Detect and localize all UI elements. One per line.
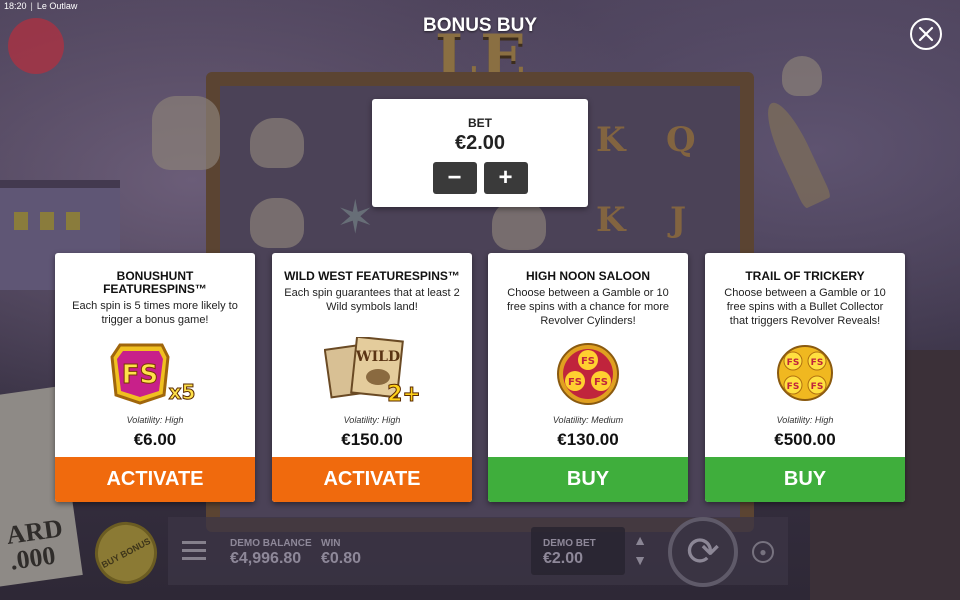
reel-symbol-k: K [596,200,626,240]
fs-badge-graphic: FS x5 [110,343,196,405]
card-volatility: Volatility: High [343,415,401,425]
bull-skull-decoration [782,56,822,96]
fs-text: FS [568,377,582,388]
win-label: WIN [321,538,341,549]
card-price: €6.00 [133,430,177,449]
close-button[interactable] [910,18,942,50]
demo-balance-label: DEMO BALANCE [230,538,312,549]
bonus-card-bonushunt: BONUSHUNT FEATURESPINS™ Each spin is 5 t… [55,253,255,502]
card-price: €150.00 [341,430,403,449]
buy-button[interactable]: BUY [488,457,688,502]
cylinder-gold-graphic: FS FS FS FS [777,345,833,401]
bonus-card-trail-of-trickery: TRAIL OF TRICKERY Choose between a Gambl… [705,253,905,502]
bull-skull-symbol [250,198,304,248]
card-title: TRAIL OF TRICKERY [745,269,865,283]
wild-posters-icon: WILD 2+ [272,337,472,403]
cylinder-red-graphic: FS FS FS [557,343,619,405]
card-volatility: Volatility: Medium [552,415,624,425]
demo-bet-value: €2.00 [543,550,584,567]
wild-text: WILD [355,349,400,365]
bonus-card-high-noon-saloon: HIGH NOON SALOON Choose between a Gamble… [488,253,688,502]
fs-text: FS [787,382,800,392]
plus-icon: + [498,164,513,191]
autoplay-button[interactable]: ● [752,541,774,563]
card-title: BONUSHUNT FEATURESPINS™ [103,269,207,296]
bonus-card-wild-west: WILD WEST FEATURESPINS™ Each spin guaran… [272,253,472,502]
card-title: HIGH NOON SALOON [525,269,650,283]
fs-text: FS [122,360,159,390]
fs-text: FS [811,382,824,392]
wanted-poster-text: ARD .000 [4,513,65,576]
bet-stepper[interactable]: ▲ ▼ [628,530,652,574]
revolver-cylinder-gold-icon: FS FS FS FS [705,343,905,403]
hamburger-line [182,557,206,560]
buy-button[interactable]: BUY [705,457,905,502]
status-bar: 18:20 | Le Outlaw [0,0,81,14]
revolver-cylinder-red-icon: FS FS FS [488,341,688,407]
hamburger-line [182,549,206,552]
close-icon [918,26,934,42]
fs-text: FS [594,377,608,388]
reel-symbol-j: J [670,200,687,240]
card-description: Each spin is 5 times more likely to trig… [72,300,238,326]
building-window [66,212,80,230]
card-description: Choose between a Gamble or 10 free spins… [724,287,886,327]
building-window [14,212,28,230]
fs-text: FS [811,358,824,368]
menu-button[interactable] [182,541,206,561]
card-price: €500.00 [774,430,836,449]
bet-panel: BET €2.00 − + [372,99,588,207]
feather-decoration [758,96,832,210]
card-title: WILD WEST FEATURESPINS™ [284,269,460,283]
hamburger-line [182,541,206,544]
win-value: €0.80 [321,550,362,567]
bet-controls: − + [372,162,588,194]
increase-bet-button[interactable]: + [483,162,528,194]
multiplier-text: 2+ [387,382,420,403]
card-volatility: Volatility: High [126,415,184,425]
multiplier-text: x5 [169,380,196,404]
activate-button[interactable]: ACTIVATE [55,457,255,502]
chevron-up-icon[interactable]: ▲ [628,530,652,550]
status-app-name: Le Outlaw [36,1,78,11]
bet-value: €2.00 [454,132,506,154]
autoplay-icon: ● [759,545,767,559]
chevron-down-icon[interactable]: ▼ [628,550,652,570]
buy-bonus-label: BUY BONUS [99,535,153,571]
spin-button[interactable]: ⟳ [668,517,738,587]
activate-button[interactable]: ACTIVATE [272,457,472,502]
reel-symbol-q: Q [666,120,696,160]
sheriff-star-symbol: ✶ [336,191,375,243]
bull-skull-symbol [250,118,304,168]
demo-bet-label: DEMO BET [543,538,596,549]
status-separator: | [30,1,33,11]
building-window [40,212,54,230]
card-description: Each spin guarantees that at least 2 Wil… [284,287,460,313]
card-volatility: Volatility: High [776,415,834,425]
status-time: 18:20 [4,1,27,11]
bonus-buy-title: BONUS BUY [422,15,537,36]
fs-x5-icon: FS x5 [55,339,255,405]
card-price: €130.00 [557,430,619,449]
decrease-bet-button[interactable]: − [432,162,477,194]
minus-icon: − [447,164,462,191]
fs-text: FS [581,356,595,367]
fs-text: FS [787,358,800,368]
reel-symbol-k: K [596,120,626,160]
bull-skull-decoration [152,96,220,170]
card-description: Choose between a Gamble or 10 free spins… [506,287,670,327]
demo-balance-value: €4,996.80 [230,550,302,567]
bull-skull-symbol [492,200,546,250]
bet-label: BET [468,116,492,130]
wild-posters-graphic: WILD 2+ [324,337,420,403]
spin-icon: ⟳ [686,530,720,574]
